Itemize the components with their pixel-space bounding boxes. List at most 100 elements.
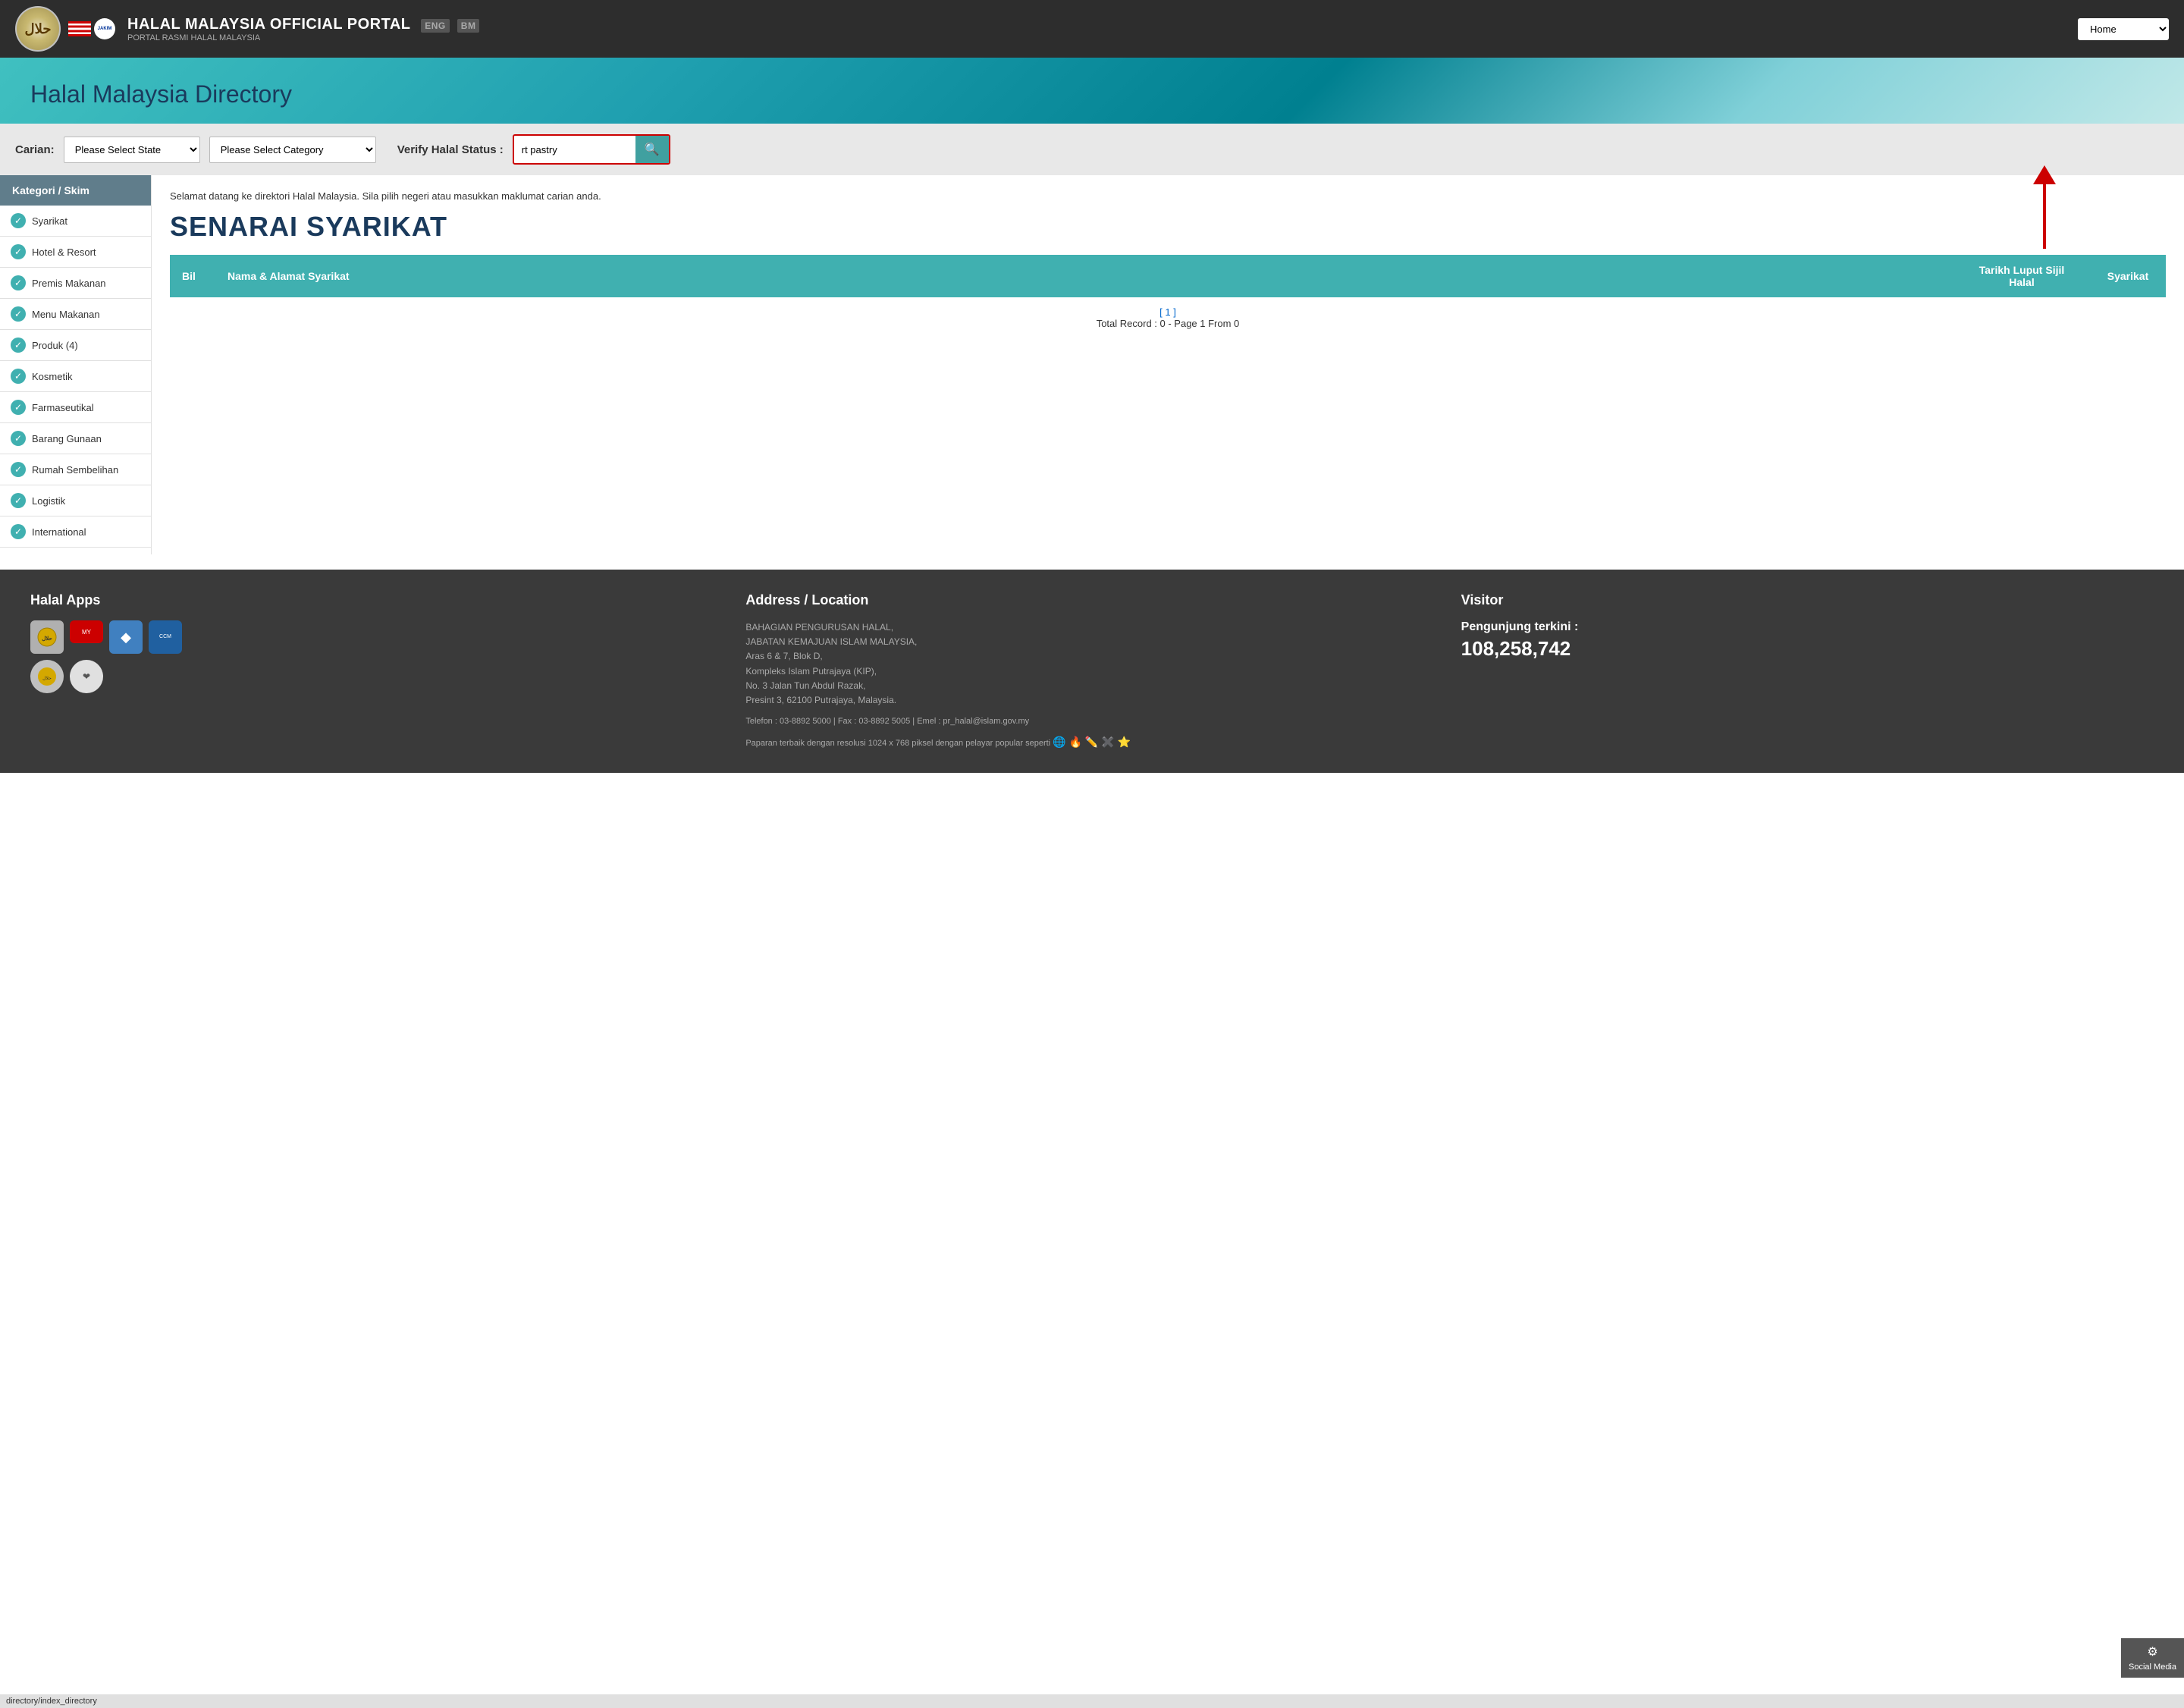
- sidebar-item-rumah[interactable]: ✓ Rumah Sembelihan: [0, 454, 151, 485]
- sidebar-item-hotel[interactable]: ✓ Hotel & Resort: [0, 237, 151, 268]
- app-logo-round1[interactable]: حلال: [30, 660, 64, 693]
- check-icon: ✓: [11, 493, 26, 508]
- nav-dropdown[interactable]: Home: [2078, 18, 2169, 40]
- social-media-button[interactable]: ⚙ Social Media: [2121, 1638, 2184, 1678]
- section-title: SENARAI SYARIKAT: [170, 211, 2166, 243]
- sidebar-label-barang: Barang Gunaan: [32, 433, 102, 444]
- sidebar-header: Kategori / Skim: [0, 175, 151, 206]
- sidebar-label-logistik: Logistik: [32, 495, 65, 507]
- sidebar-label-premis: Premis Makanan: [32, 278, 106, 289]
- col-header-syarikat: Syarikat: [2090, 255, 2166, 297]
- check-icon: ✓: [11, 275, 26, 290]
- banner: Halal Malaysia Directory: [0, 58, 2184, 124]
- check-icon: ✓: [11, 338, 26, 353]
- sidebar-item-premis[interactable]: ✓ Premis Makanan: [0, 268, 151, 299]
- footer-address-section: Address / Location BAHAGIAN PENGURUSAN H…: [745, 592, 1438, 750]
- sidebar-item-kosmetik[interactable]: ✓ Kosmetik: [0, 361, 151, 392]
- sidebar-item-menu[interactable]: ✓ Menu Makanan: [0, 299, 151, 330]
- header-nav: Home: [2078, 18, 2169, 40]
- svg-text:حلال: حلال: [42, 636, 52, 642]
- lang-eng[interactable]: ENG: [421, 19, 450, 33]
- check-icon: ✓: [11, 462, 26, 477]
- check-icon: ✓: [11, 524, 26, 539]
- check-icon: ✓: [11, 213, 26, 228]
- state-select[interactable]: Please Select State: [64, 137, 200, 163]
- sidebar-label-menu: Menu Makanan: [32, 309, 100, 320]
- visitor-count: Pengunjung terkini : 108,258,742: [1461, 620, 2154, 661]
- sidebar-label-hotel: Hotel & Resort: [32, 246, 96, 258]
- app-logo-jakim[interactable]: حلال: [30, 620, 64, 654]
- sidebar-label-international: International: [32, 526, 86, 538]
- footer-address-title: Address / Location: [745, 592, 1438, 608]
- flag-icons: JAKIM: [68, 18, 115, 39]
- verify-input[interactable]: [514, 139, 635, 161]
- portal-subtitle: PORTAL RASMI HALAL MALAYSIA: [127, 33, 2066, 42]
- sidebar-label-farmasi: Farmaseutikal: [32, 402, 94, 413]
- header-title-area: HALAL MALAYSIA OFFICIAL PORTAL ENG BM PO…: [127, 16, 2066, 42]
- check-icon: ✓: [11, 244, 26, 259]
- app-logo-ccm[interactable]: CCM: [149, 620, 182, 654]
- sidebar-item-international[interactable]: ✓ International: [0, 516, 151, 548]
- social-media-label: Social Media: [2129, 1662, 2176, 1672]
- status-url: directory/index_directory: [6, 1697, 97, 1706]
- table-pagination: [ 1 ] Total Record : 0 - Page 1 From 0: [170, 297, 2166, 338]
- gear-icon: ⚙: [2147, 1644, 2157, 1659]
- footer-visitor-title: Visitor: [1461, 592, 2154, 608]
- sidebar-item-logistik[interactable]: ✓ Logistik: [0, 485, 151, 516]
- verify-search-button[interactable]: 🔍: [635, 136, 669, 163]
- page-link-1[interactable]: [ 1 ]: [1159, 306, 1176, 318]
- footer-apps-logos-2: حلال ❤: [30, 660, 723, 693]
- banner-title: Halal Malaysia Directory: [30, 80, 2154, 108]
- verify-label: Verify Halal Status :: [397, 143, 504, 156]
- footer-resolution: Paparan terbaik dengan resolusi 1024 x 7…: [745, 733, 1438, 751]
- halal-logo: حلال: [15, 6, 61, 52]
- jakim-logo: JAKIM: [94, 18, 115, 39]
- check-icon: ✓: [11, 431, 26, 446]
- app-logo-round2[interactable]: ❤: [70, 660, 103, 693]
- sidebar: Kategori / Skim ✓ Syarikat ✓ Hotel & Res…: [0, 175, 152, 554]
- check-icon: ✓: [11, 369, 26, 384]
- sidebar-label-rumah: Rumah Sembelihan: [32, 464, 118, 476]
- main-content: Kategori / Skim ✓ Syarikat ✓ Hotel & Res…: [0, 175, 2184, 554]
- sidebar-label-syarikat: Syarikat: [32, 215, 67, 227]
- search-bar: Carian: Please Select State Please Selec…: [0, 124, 2184, 175]
- sidebar-item-produk[interactable]: ✓ Produk (4): [0, 330, 151, 361]
- sidebar-item-syarikat[interactable]: ✓ Syarikat: [0, 206, 151, 237]
- content-area: Selamat datang ke direktori Halal Malays…: [152, 175, 2184, 554]
- category-select[interactable]: Please Select Category: [209, 137, 376, 163]
- logo-area: حلال JAKIM: [15, 6, 115, 52]
- col-header-tarikh: Tarikh Luput Sijil Halal: [1953, 255, 2090, 297]
- footer-visitor-section: Visitor Pengunjung terkini : 108,258,742: [1461, 592, 2154, 750]
- status-bar: directory/index_directory: [0, 1694, 2184, 1708]
- footer-address: BAHAGIAN PENGURUSAN HALAL, JABATAN KEMAJ…: [745, 620, 1438, 708]
- carian-label: Carian:: [15, 143, 55, 156]
- arrow-container: SENARAI SYARIKAT: [170, 211, 2166, 243]
- footer-apps-title: Halal Apps: [30, 592, 723, 608]
- app-logo-flag[interactable]: MY: [70, 620, 103, 643]
- footer-contact: Telefon : 03-8892 5000 | Fax : 03-8892 5…: [745, 715, 1438, 729]
- malaysia-flag-icon: [68, 21, 91, 36]
- lang-bm[interactable]: BM: [457, 19, 480, 33]
- sidebar-item-barang[interactable]: ✓ Barang Gunaan: [0, 423, 151, 454]
- footer-apps-section: Halal Apps حلال MY ◆ CCM حلال ❤: [30, 592, 723, 750]
- app-logo-app1[interactable]: ◆: [109, 620, 143, 654]
- sidebar-label-kosmetik: Kosmetik: [32, 371, 72, 382]
- footer-apps-logos: حلال MY ◆ CCM: [30, 620, 723, 654]
- sidebar-label-produk: Produk (4): [32, 340, 78, 351]
- visitor-number: 108,258,742: [1461, 637, 2154, 661]
- pagination-links: [ 1 ]: [179, 306, 2157, 318]
- verify-input-wrap: 🔍: [513, 134, 670, 165]
- portal-title: HALAL MALAYSIA OFFICIAL PORTAL ENG BM: [127, 16, 2066, 33]
- welcome-text: Selamat datang ke direktori Halal Malays…: [170, 190, 2166, 202]
- header: حلال JAKIM HALAL MALAYSIA OFFICIAL PORTA…: [0, 0, 2184, 58]
- check-icon: ✓: [11, 400, 26, 415]
- visitor-label: Pengunjung terkini :: [1461, 620, 2154, 634]
- total-record: Total Record : 0 - Page 1 From 0: [179, 318, 2157, 329]
- check-icon: ✓: [11, 306, 26, 322]
- sidebar-item-farmasi[interactable]: ✓ Farmaseutikal: [0, 392, 151, 423]
- svg-text:حلال: حلال: [42, 676, 52, 681]
- results-table: Bil Nama & Alamat Syarikat Tarikh Luput …: [170, 255, 2166, 338]
- col-header-bil: Bil: [170, 255, 215, 297]
- footer: Halal Apps حلال MY ◆ CCM حلال ❤ Addre: [0, 570, 2184, 773]
- col-header-nama: Nama & Alamat Syarikat: [215, 255, 1953, 297]
